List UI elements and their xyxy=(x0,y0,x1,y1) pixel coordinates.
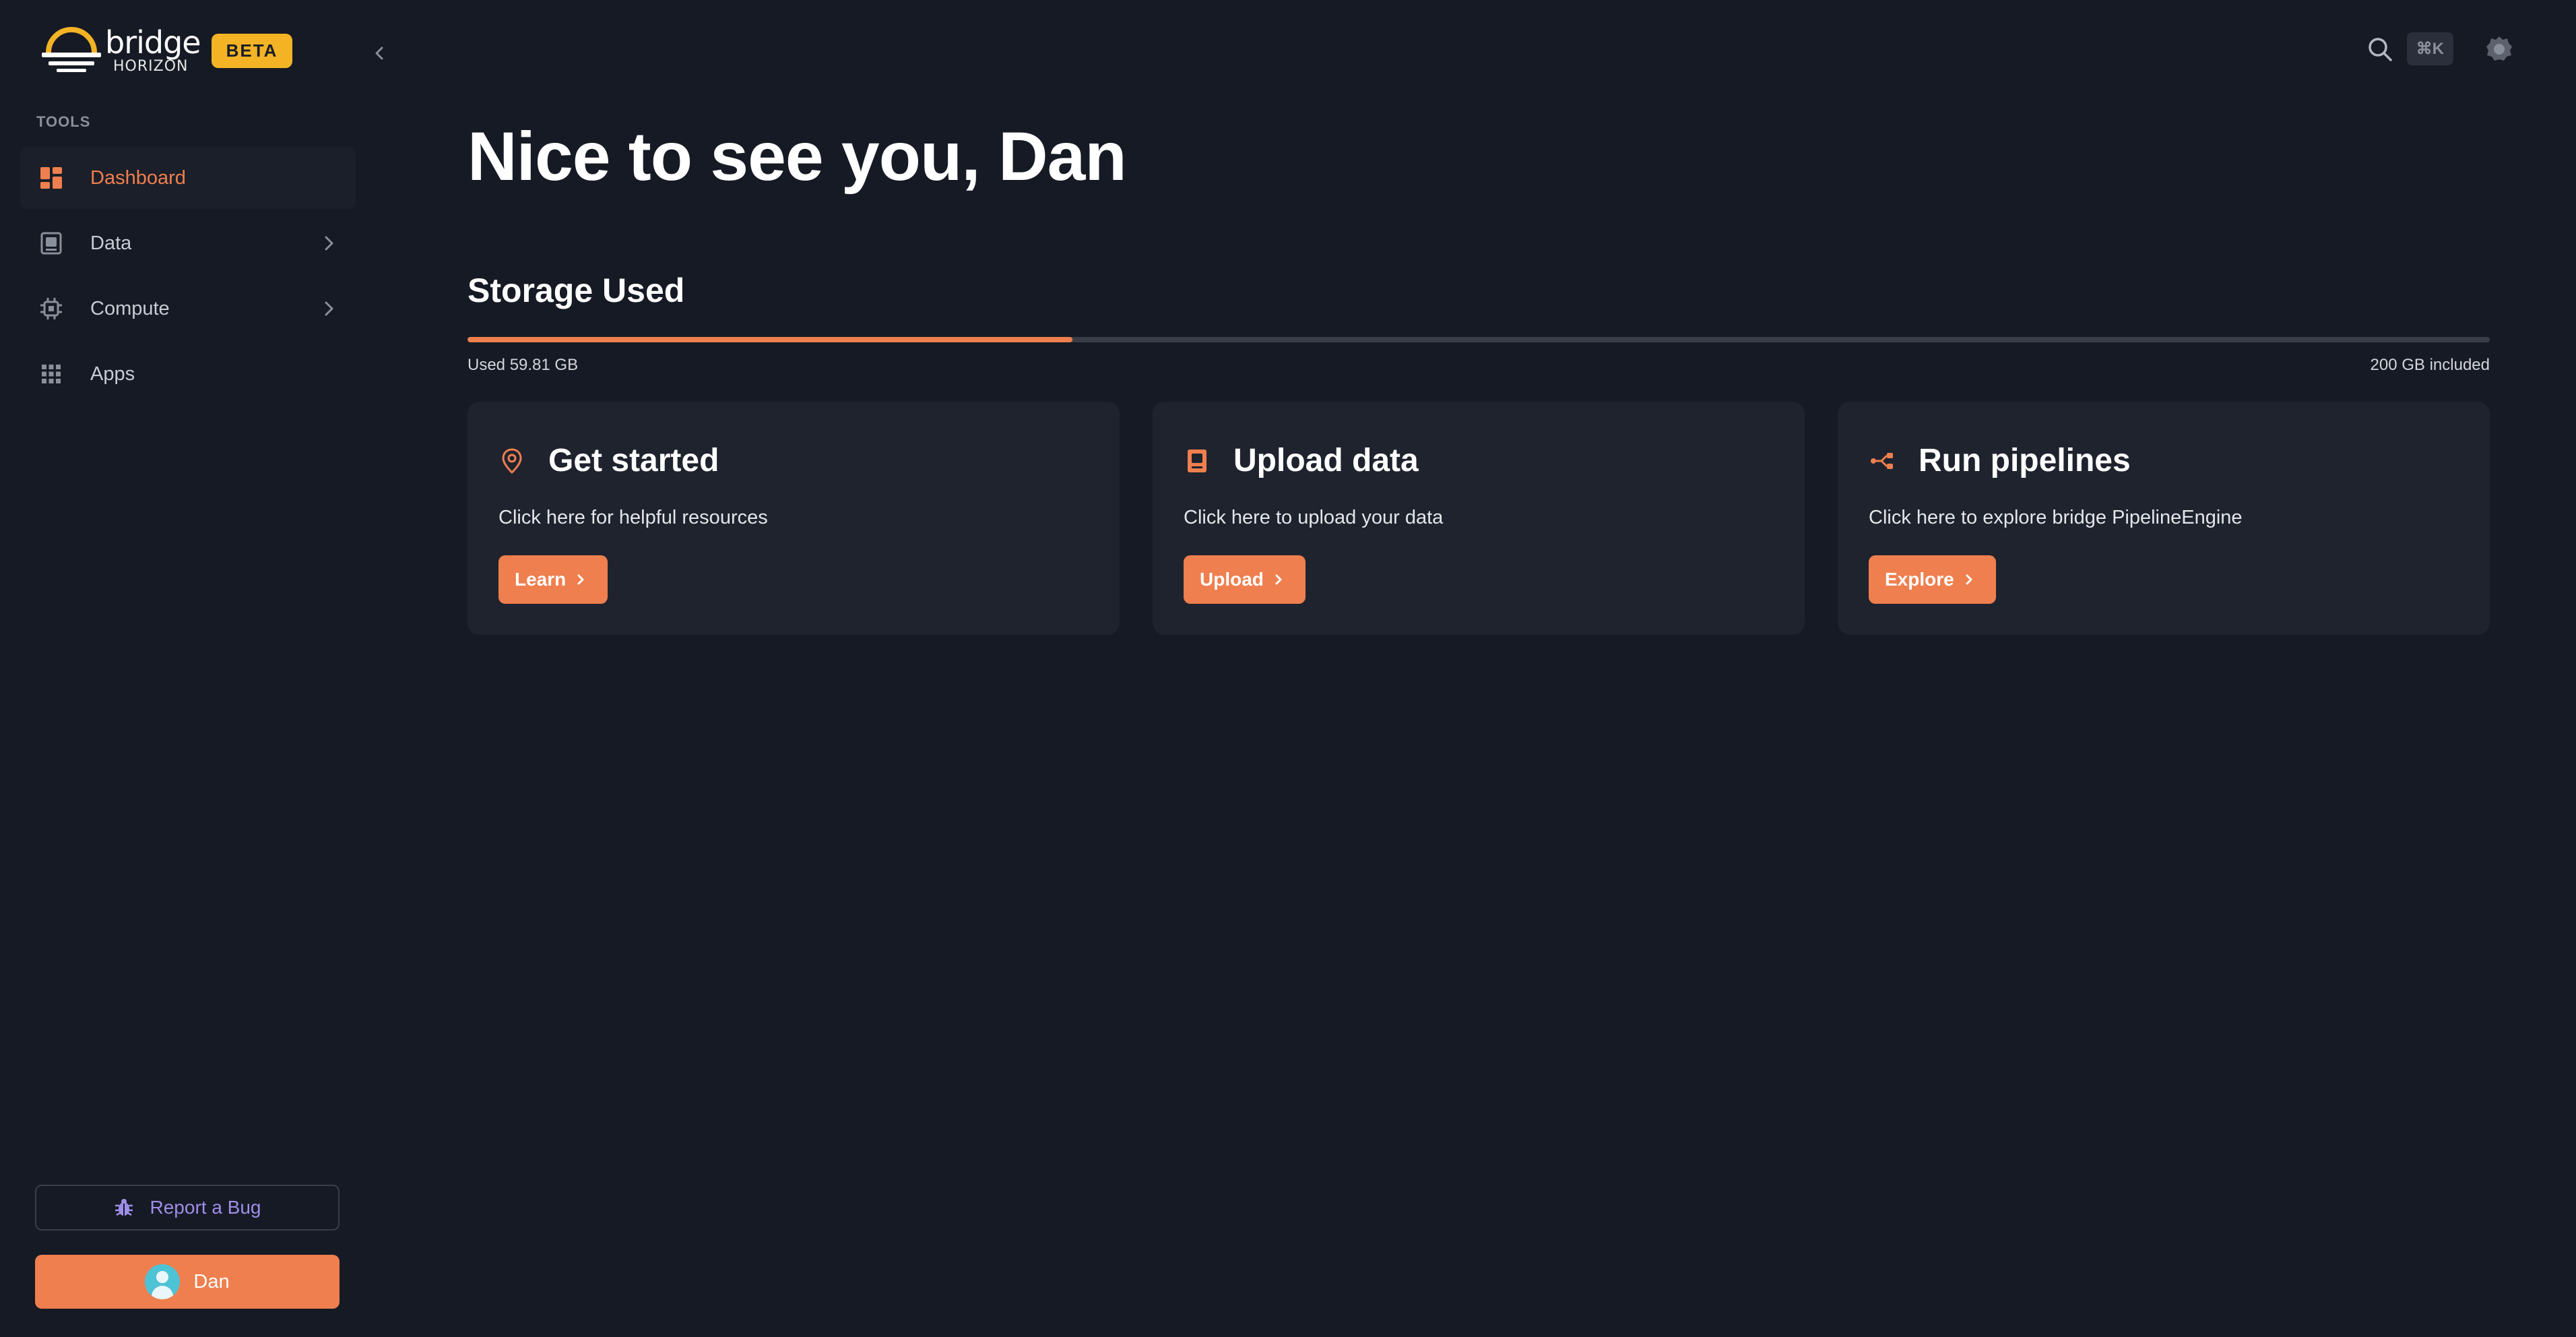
settings-icon[interactable] xyxy=(2484,34,2514,64)
card-header: Upload data xyxy=(1184,442,1419,479)
chevron-right-icon xyxy=(577,574,584,585)
sidebar-item-compute[interactable]: Compute xyxy=(20,278,356,340)
upload-button[interactable]: Upload xyxy=(1184,555,1306,604)
compute-icon xyxy=(39,297,63,321)
page-title: Nice to see you, Dan xyxy=(468,118,1127,195)
bug-icon xyxy=(115,1199,133,1216)
brand-text: bridge HORIZON xyxy=(105,27,201,74)
bridge-logo-icon xyxy=(39,23,104,78)
chevron-right-icon xyxy=(1966,574,1972,585)
sidebar-item-apps[interactable]: Apps xyxy=(20,343,356,405)
card-title: Get started xyxy=(548,443,719,478)
storage-progress-bar xyxy=(468,337,2490,342)
sidebar-item-label: Dashboard xyxy=(90,166,186,189)
sidebar-item-data[interactable]: Data xyxy=(20,212,356,274)
card-run-pipelines[interactable]: Run pipelines Click here to explore brid… xyxy=(1838,402,2490,635)
card-upload-data[interactable]: Upload data Click here to upload your da… xyxy=(1153,402,1805,635)
explore-button[interactable]: Explore xyxy=(1869,555,1996,604)
card-get-started[interactable]: Get started Click here for helpful resou… xyxy=(468,402,1120,635)
user-name: Dan xyxy=(193,1270,230,1293)
storage-total-label: 200 GB included xyxy=(2370,356,2490,374)
card-description: Click here for helpful resources xyxy=(498,507,768,528)
storage-used-label: Used 59.81 GB xyxy=(468,356,579,374)
tools-section-label: TOOLS xyxy=(36,113,91,130)
sidebar-item-label: Data xyxy=(90,232,132,254)
chevron-right-icon xyxy=(325,301,333,316)
apps-grid-icon xyxy=(39,362,63,386)
report-bug-button[interactable]: Report a Bug xyxy=(35,1185,340,1231)
card-title: Upload data xyxy=(1233,443,1419,478)
button-label: Upload xyxy=(1200,569,1264,590)
report-bug-label: Report a Bug xyxy=(150,1197,261,1218)
sidebar-nav: Dashboard Data Compute Apps xyxy=(20,147,356,408)
upload-data-icon xyxy=(1184,447,1211,474)
sidebar-item-dashboard[interactable]: Dashboard xyxy=(20,147,356,209)
card-description: Click here to explore bridge PipelineEng… xyxy=(1869,507,2243,528)
brand-logo[interactable]: bridge HORIZON BETA xyxy=(39,23,293,78)
quick-action-cards: Get started Click here for helpful resou… xyxy=(468,402,2490,635)
brand-sub: HORIZON xyxy=(113,58,189,75)
button-label: Explore xyxy=(1885,569,1954,590)
chevron-right-icon xyxy=(1275,574,1282,585)
button-label: Learn xyxy=(515,569,567,590)
sidebar: bridge HORIZON BETA TOOLS Dashboard Data… xyxy=(0,0,364,1337)
brand-name: bridge xyxy=(105,24,201,61)
dashboard-icon xyxy=(39,166,63,190)
learn-button[interactable]: Learn xyxy=(498,555,608,604)
storage-progress-fill xyxy=(468,337,1072,342)
chevron-left-icon xyxy=(375,46,383,60)
data-icon xyxy=(39,231,63,255)
header-actions: ⌘K xyxy=(2366,32,2514,65)
location-pin-icon xyxy=(498,447,525,474)
chevron-right-icon xyxy=(325,236,333,251)
sidebar-item-label: Compute xyxy=(90,297,170,319)
user-menu-button[interactable]: Dan xyxy=(35,1255,340,1309)
beta-badge: BETA xyxy=(211,33,293,68)
card-title: Run pipelines xyxy=(1919,443,2131,478)
card-header: Run pipelines xyxy=(1869,442,2131,479)
search-icon[interactable] xyxy=(2366,36,2393,63)
app-window: bridge HORIZON BETA TOOLS Dashboard Data… xyxy=(0,0,2576,1337)
avatar xyxy=(145,1264,181,1299)
storage-title: Storage Used xyxy=(468,272,685,309)
pipeline-icon xyxy=(1869,447,1896,474)
sidebar-item-label: Apps xyxy=(90,363,135,385)
card-description: Click here to upload your data xyxy=(1184,507,1444,528)
search-shortcut-badge: ⌘K xyxy=(2406,32,2453,65)
card-header: Get started xyxy=(498,442,719,479)
collapse-sidebar-button[interactable] xyxy=(369,43,389,63)
